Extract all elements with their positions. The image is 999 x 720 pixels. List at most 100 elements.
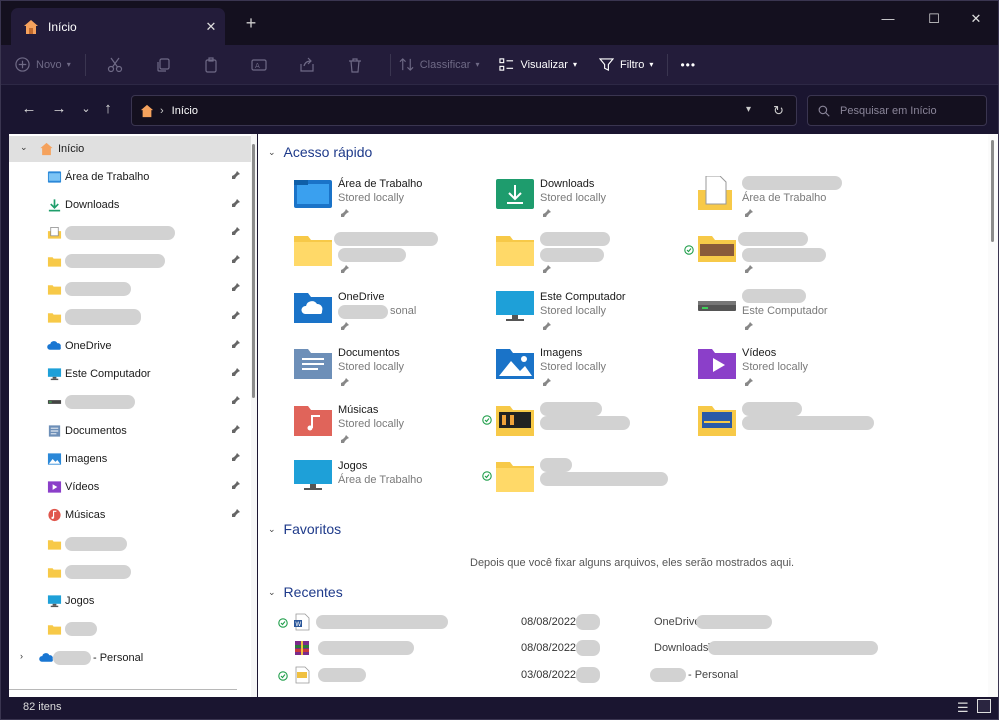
- scrollbar-thumb[interactable]: [991, 140, 994, 242]
- quick-access-tile[interactable]: Área de Trabalho: [698, 172, 898, 228]
- up-button[interactable]: ↑: [97, 100, 119, 117]
- sidebar-item-onedrive-personal[interactable]: › - Personal: [9, 645, 251, 671]
- recent-locations-button[interactable]: ⌄: [75, 102, 97, 115]
- scrollbar-thumb[interactable]: [252, 144, 255, 398]
- sort-button[interactable]: Classificar ▾: [399, 50, 479, 80]
- minimize-button[interactable]: —: [865, 7, 911, 31]
- sidebar-item-folder[interactable]: [9, 304, 251, 330]
- pin-icon[interactable]: [231, 367, 241, 380]
- quick-access-tile[interactable]: Downloads Stored locally: [496, 172, 696, 228]
- expand-chevron-icon[interactable]: ⌄: [20, 142, 28, 153]
- more-button[interactable]: •••: [680, 50, 696, 80]
- section-quick-access[interactable]: ⌄ Acesso rápido: [268, 144, 372, 160]
- search-input[interactable]: Pesquisar em Início: [807, 95, 987, 126]
- refresh-icon[interactable]: ↻: [773, 103, 784, 119]
- redacted-label: [576, 640, 600, 656]
- pin-icon[interactable]: [231, 480, 241, 493]
- recent-row[interactable]: 03/08/2022 - Personal: [258, 662, 978, 688]
- sidebar-item-folder[interactable]: [9, 559, 251, 585]
- redacted-label: [742, 289, 806, 303]
- breadcrumb-inicio[interactable]: Início: [172, 105, 198, 117]
- quick-access-tile[interactable]: Documentos Stored locally: [294, 341, 494, 397]
- section-favorites[interactable]: ⌄ Favoritos: [268, 521, 341, 537]
- sidebar-item-folder[interactable]: [9, 248, 251, 274]
- quick-access-tile[interactable]: Área de Trabalho Stored locally: [294, 172, 494, 228]
- details-view-icon[interactable]: ☰: [957, 700, 969, 716]
- sidebar-item-this-pc[interactable]: Este Computador: [9, 361, 251, 387]
- pin-icon[interactable]: [231, 282, 241, 295]
- tab-inicio[interactable]: Início ✕: [11, 8, 225, 45]
- new-button[interactable]: Novo ▾: [15, 50, 71, 80]
- navigation-scrollbar[interactable]: [251, 134, 257, 697]
- share-button[interactable]: [286, 50, 328, 80]
- sidebar-item-label: Vídeos: [65, 481, 100, 493]
- sidebar-item-downloads[interactable]: Downloads: [9, 192, 251, 218]
- sidebar-item-games[interactable]: Jogos: [9, 588, 251, 614]
- pin-icon[interactable]: [231, 339, 241, 352]
- tab-close-button[interactable]: ✕: [197, 19, 225, 35]
- pin-icon[interactable]: [231, 170, 241, 183]
- address-bar[interactable]: › Início ▾ ↻: [131, 95, 797, 126]
- quick-access-tile[interactable]: Este Computador Stored locally: [496, 285, 696, 341]
- sidebar-item-drive[interactable]: [9, 389, 251, 415]
- pin-icon[interactable]: [231, 452, 241, 465]
- expand-chevron-icon[interactable]: ›: [20, 651, 23, 661]
- address-dropdown-icon[interactable]: ▾: [746, 104, 751, 115]
- cut-button[interactable]: [94, 50, 136, 80]
- sidebar-item-folder[interactable]: [9, 531, 251, 557]
- quick-access-tile[interactable]: Imagens Stored locally: [496, 341, 696, 397]
- sidebar-item-folder[interactable]: [9, 616, 251, 642]
- quick-access-tile[interactable]: [294, 228, 494, 284]
- paste-button[interactable]: [190, 50, 232, 80]
- quick-access-tile[interactable]: Músicas Stored locally: [294, 398, 494, 454]
- address-row: ← → ⌄ ↑ › Início ▾ ↻ Pesquisar em Início: [1, 86, 998, 134]
- redacted-label: [696, 615, 772, 629]
- status-bar: 82 itens ☰: [1, 689, 998, 719]
- pin-icon: [340, 433, 350, 447]
- quick-access-tile[interactable]: [684, 228, 898, 284]
- pin-icon[interactable]: [231, 226, 241, 239]
- copy-button[interactable]: [142, 50, 184, 80]
- tile-subtitle: Stored locally: [540, 361, 607, 373]
- pin-icon[interactable]: [231, 424, 241, 437]
- pin-icon[interactable]: [231, 508, 241, 521]
- quick-access-tile[interactable]: [698, 398, 898, 454]
- rename-button[interactable]: A: [238, 50, 280, 80]
- sidebar-item-home[interactable]: ⌄ Início: [9, 136, 251, 162]
- recent-row[interactable]: 08/08/2022 Downloads\: [258, 635, 978, 661]
- back-button[interactable]: ←: [18, 100, 40, 117]
- section-recent[interactable]: ⌄ Recentes: [268, 584, 343, 600]
- quick-access-tile[interactable]: Vídeos Stored locally: [698, 341, 898, 397]
- pin-icon[interactable]: [231, 310, 241, 323]
- sidebar-item-music[interactable]: Músicas: [9, 502, 251, 528]
- view-button[interactable]: Visualizar ▾: [499, 50, 577, 80]
- pin-icon[interactable]: [231, 395, 241, 408]
- tile-name: OneDrive: [338, 291, 385, 303]
- sidebar-item-folder[interactable]: [9, 276, 251, 302]
- quick-access-tile[interactable]: [482, 454, 696, 510]
- sidebar-item-folder[interactable]: [9, 220, 251, 246]
- quick-access-tile[interactable]: OneDrive sonal: [294, 285, 494, 341]
- main-scrollbar[interactable]: [988, 134, 998, 697]
- pin-icon[interactable]: [231, 254, 241, 267]
- new-tab-button[interactable]: +: [241, 13, 261, 34]
- sidebar-item-documents[interactable]: Documentos: [9, 418, 251, 444]
- recent-row[interactable]: W 08/08/2022 OneDrive: [258, 609, 978, 635]
- filter-button[interactable]: Filtro ▾: [598, 50, 653, 80]
- sidebar-item-onedrive[interactable]: OneDrive: [9, 333, 251, 359]
- quick-access-tile[interactable]: [496, 228, 696, 284]
- sidebar-item-videos[interactable]: Vídeos: [9, 474, 251, 500]
- delete-button[interactable]: [334, 50, 376, 80]
- forward-button[interactable]: →: [48, 100, 70, 117]
- quick-access-tile[interactable]: Jogos Área de Trabalho: [294, 454, 494, 510]
- close-button[interactable]: ✕: [953, 7, 999, 31]
- sidebar-item-desktop[interactable]: Área de Trabalho: [9, 164, 251, 190]
- quick-access-tile[interactable]: [482, 398, 696, 454]
- pin-icon[interactable]: [231, 198, 241, 211]
- maximize-button[interactable]: ☐: [911, 7, 957, 31]
- quick-access-tile[interactable]: Este Computador: [698, 285, 898, 341]
- sidebar-item-pictures[interactable]: Imagens: [9, 446, 251, 472]
- recent-location: Downloads\: [654, 642, 712, 654]
- plus-circle-icon: [15, 57, 30, 72]
- tiles-view-icon[interactable]: [977, 699, 991, 713]
